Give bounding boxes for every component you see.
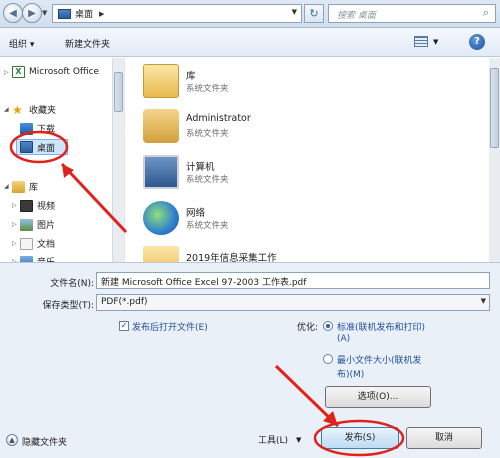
view-options-icon[interactable] bbox=[414, 36, 428, 47]
search-icon: ⌕ bbox=[482, 6, 489, 19]
organize-button[interactable]: 组织 ▾ bbox=[9, 37, 34, 50]
file-list: 库 系统文件夹 Administrator 系统文件夹 计算机 系统文件夹 网络… bbox=[124, 58, 490, 262]
list-item[interactable]: 2019年信息采集工作 bbox=[143, 242, 443, 262]
excel-icon: X bbox=[12, 66, 25, 78]
standard-option-label-2[interactable]: (A) bbox=[337, 334, 350, 344]
nav-item-label: 下载 bbox=[37, 125, 56, 135]
document-icon bbox=[20, 237, 33, 250]
refresh-button[interactable]: ↻ bbox=[304, 4, 324, 23]
scrollbar-thumb[interactable] bbox=[114, 72, 123, 112]
nav-item-favorites[interactable]: ◢ ★ 收藏夹 bbox=[4, 102, 57, 117]
nav-item-label: Microsoft Office bbox=[29, 67, 100, 77]
open-after-publish-checkbox[interactable]: ✓ bbox=[119, 321, 129, 331]
folder-icon bbox=[143, 246, 179, 262]
nav-pane-scrollbar[interactable] bbox=[112, 58, 124, 262]
file-list-scrollbar[interactable] bbox=[489, 58, 500, 262]
collapse-arrow-icon[interactable]: ◢ bbox=[4, 106, 12, 113]
filename-field[interactable]: 新建 Microsoft Office Excel 97-2003 工作表.pd… bbox=[96, 272, 490, 289]
item-name: 2019年信息采集工作 bbox=[186, 253, 277, 262]
view-dropdown-icon[interactable]: ▼ bbox=[433, 38, 438, 46]
new-folder-button[interactable]: 新建文件夹 bbox=[65, 37, 110, 50]
help-icon[interactable]: ? bbox=[469, 34, 485, 50]
list-item[interactable]: 网络 系统文件夹 bbox=[143, 197, 443, 239]
expand-arrow-icon[interactable]: ▷ bbox=[12, 202, 20, 209]
list-item[interactable]: Administrator 系统文件夹 bbox=[143, 105, 443, 147]
hide-folders-button[interactable]: 隐藏文件夹 bbox=[22, 435, 67, 448]
standard-option-label[interactable]: 标准(联机发布和打印) bbox=[337, 320, 425, 333]
list-item[interactable]: 库 系统文件夹 bbox=[143, 60, 443, 102]
optimize-label: 优化: bbox=[297, 323, 319, 333]
options-button[interactable]: 选项(O)... bbox=[325, 386, 431, 408]
minimum-size-radio[interactable] bbox=[323, 354, 333, 364]
breadcrumb-arrow-icon[interactable]: ▶ bbox=[99, 10, 104, 18]
cancel-button[interactable]: 取消 bbox=[406, 427, 482, 449]
navigation-pane: ▷ X Microsoft Office ◢ ★ 收藏夹 下载 桌面 ◢ 库 ▷… bbox=[0, 58, 124, 262]
chevron-up-icon[interactable]: ▲ bbox=[6, 434, 18, 446]
address-field[interactable]: 桌面 ▶ ▼ bbox=[52, 4, 302, 23]
collapse-arrow-icon[interactable]: ◢ bbox=[4, 183, 12, 190]
user-folder-icon bbox=[143, 109, 179, 143]
search-input[interactable]: 搜索 桌面 ⌕ bbox=[328, 4, 496, 23]
address-location: 桌面 bbox=[75, 10, 94, 20]
item-type: 系统文件夹 bbox=[186, 175, 229, 185]
filetype-select[interactable]: PDF(*.pdf) ▼ bbox=[96, 294, 490, 311]
search-placeholder: 搜索 桌面 bbox=[337, 11, 376, 21]
nav-item-label: 图片 bbox=[37, 221, 56, 231]
library-icon bbox=[12, 180, 25, 193]
nav-item-label: 音乐 bbox=[37, 255, 55, 262]
item-type: 系统文件夹 bbox=[186, 84, 229, 94]
nav-item-desktop[interactable]: 桌面 bbox=[16, 139, 68, 155]
nav-item-videos[interactable]: ▷ 视频 bbox=[12, 199, 55, 212]
expand-arrow-icon[interactable]: ▷ bbox=[12, 221, 20, 228]
minimum-option-label[interactable]: 最小文件大小(联机发 bbox=[337, 353, 422, 366]
filename-label: 文件名(N): bbox=[50, 279, 94, 289]
address-dropdown-icon[interactable]: ▼ bbox=[292, 8, 297, 16]
filetype-value: PDF(*.pdf) bbox=[101, 297, 148, 307]
download-folder-icon bbox=[20, 122, 33, 135]
nav-item-label: 库 bbox=[29, 183, 39, 193]
filetype-label: 保存类型(T): bbox=[42, 301, 94, 311]
desktop-icon bbox=[20, 141, 33, 153]
nav-item-label: 收藏夹 bbox=[29, 106, 57, 116]
item-name: 库 bbox=[186, 71, 196, 82]
tools-menu[interactable]: 工具(L) bbox=[258, 433, 288, 446]
tools-dropdown-icon[interactable]: ▼ bbox=[296, 436, 301, 444]
publish-button[interactable]: 发布(S) bbox=[321, 427, 399, 449]
picture-icon bbox=[20, 218, 33, 231]
scrollbar-thumb[interactable] bbox=[490, 68, 499, 148]
expand-arrow-icon[interactable]: ▷ bbox=[4, 69, 12, 76]
item-type: 系统文件夹 bbox=[186, 221, 229, 231]
standard-radio[interactable] bbox=[323, 321, 333, 331]
item-name: 计算机 bbox=[186, 162, 215, 173]
nav-item-downloads[interactable]: 下载 bbox=[20, 122, 55, 135]
nav-item-pictures[interactable]: ▷ 图片 bbox=[12, 218, 55, 231]
video-icon bbox=[20, 199, 33, 212]
history-dropdown-icon[interactable]: ▼ bbox=[42, 9, 47, 17]
expand-arrow-icon[interactable]: ▷ bbox=[12, 240, 20, 247]
desktop-icon bbox=[58, 8, 71, 19]
list-item[interactable]: 计算机 系统文件夹 bbox=[143, 151, 443, 193]
forward-button[interactable]: ▶ bbox=[22, 3, 42, 23]
star-icon: ★ bbox=[12, 102, 23, 117]
computer-icon bbox=[143, 155, 179, 189]
item-name: Administrator bbox=[186, 113, 251, 124]
open-after-publish-label[interactable]: 发布后打开文件(E) bbox=[132, 320, 208, 333]
network-icon bbox=[143, 201, 179, 235]
nav-item-microsoft-office[interactable]: ▷ X Microsoft Office bbox=[4, 66, 99, 78]
item-type: 系统文件夹 bbox=[186, 129, 229, 139]
minimum-option-label-2[interactable]: 布)(M) bbox=[337, 367, 364, 380]
nav-item-documents[interactable]: ▷ 文档 bbox=[12, 237, 55, 250]
item-name: 网络 bbox=[186, 208, 206, 219]
chevron-down-icon[interactable]: ▼ bbox=[481, 297, 486, 305]
library-icon bbox=[143, 64, 179, 98]
nav-item-label: 桌面 bbox=[37, 143, 56, 154]
nav-item-libraries[interactable]: ◢ 库 bbox=[4, 180, 38, 193]
nav-item-label: 文档 bbox=[37, 240, 56, 250]
nav-item-label: 视频 bbox=[37, 202, 56, 212]
back-button[interactable]: ◀ bbox=[3, 3, 23, 23]
nav-item-music[interactable]: ▷ 音乐 bbox=[12, 255, 55, 262]
